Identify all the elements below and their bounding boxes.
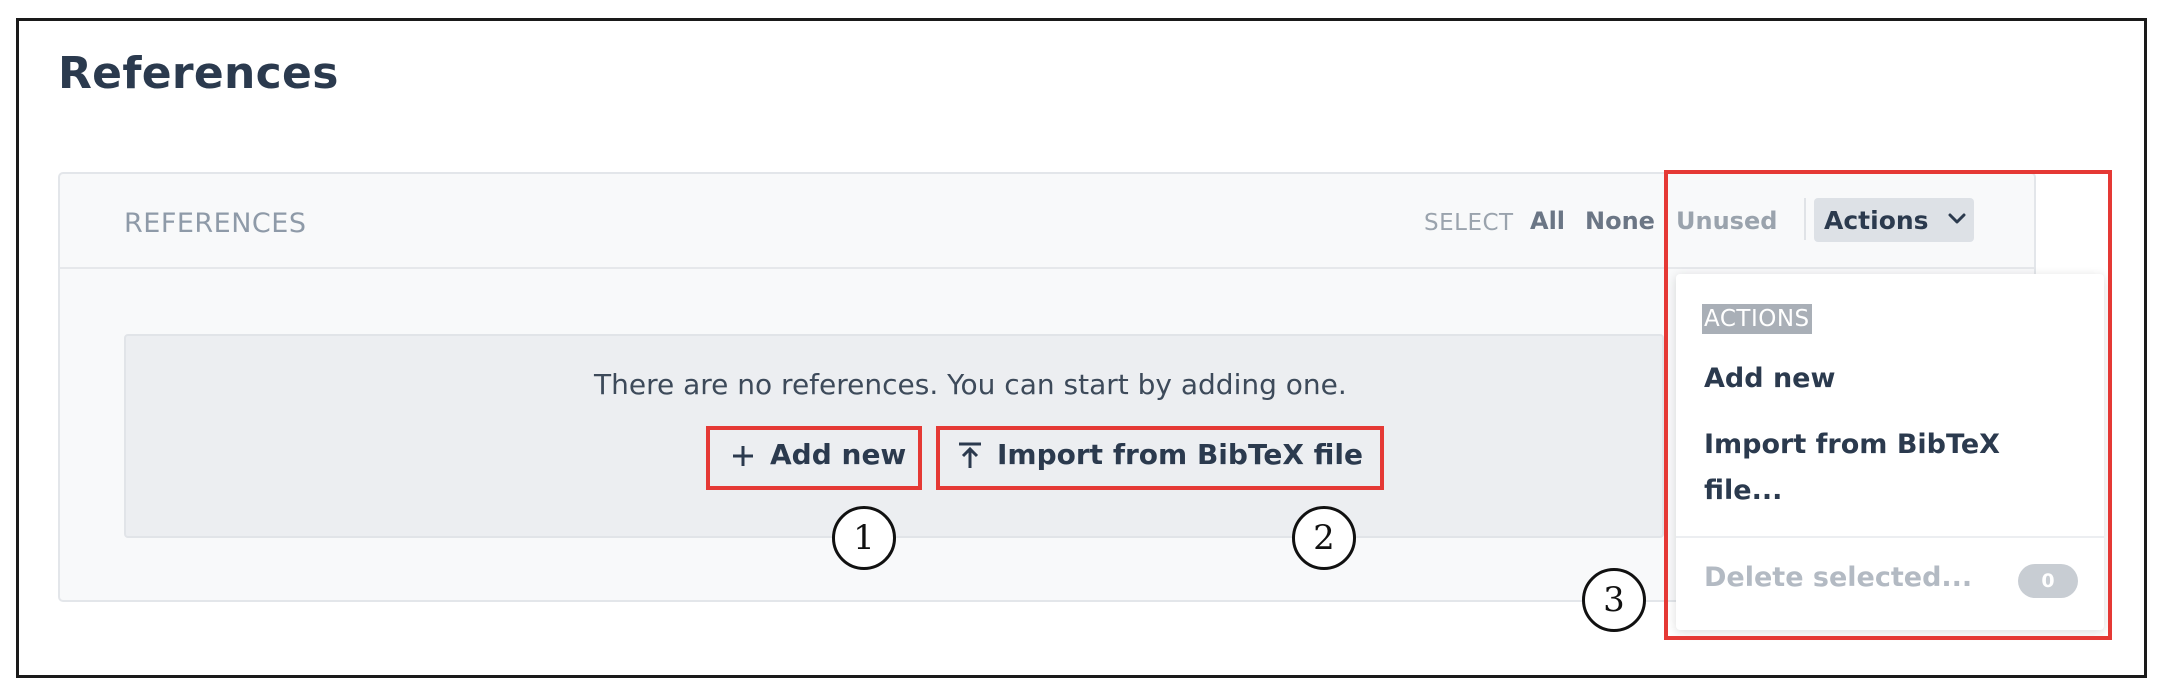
empty-state-message: There are no references. You can start b… (594, 368, 1347, 401)
callout-box-actions-menu (1664, 170, 2112, 640)
callout-box-add-new (706, 426, 922, 490)
panel-title: REFERENCES (124, 208, 307, 239)
select-label: SELECT (1424, 210, 1514, 236)
select-all-link[interactable]: All (1530, 207, 1565, 235)
page-title: References (58, 48, 339, 99)
callout-box-import (936, 426, 1384, 490)
select-none-link[interactable]: None (1585, 207, 1655, 235)
callout-number-1: 1 (832, 506, 896, 570)
callout-number-3: 3 (1582, 568, 1646, 632)
callout-number-2: 2 (1292, 506, 1356, 570)
